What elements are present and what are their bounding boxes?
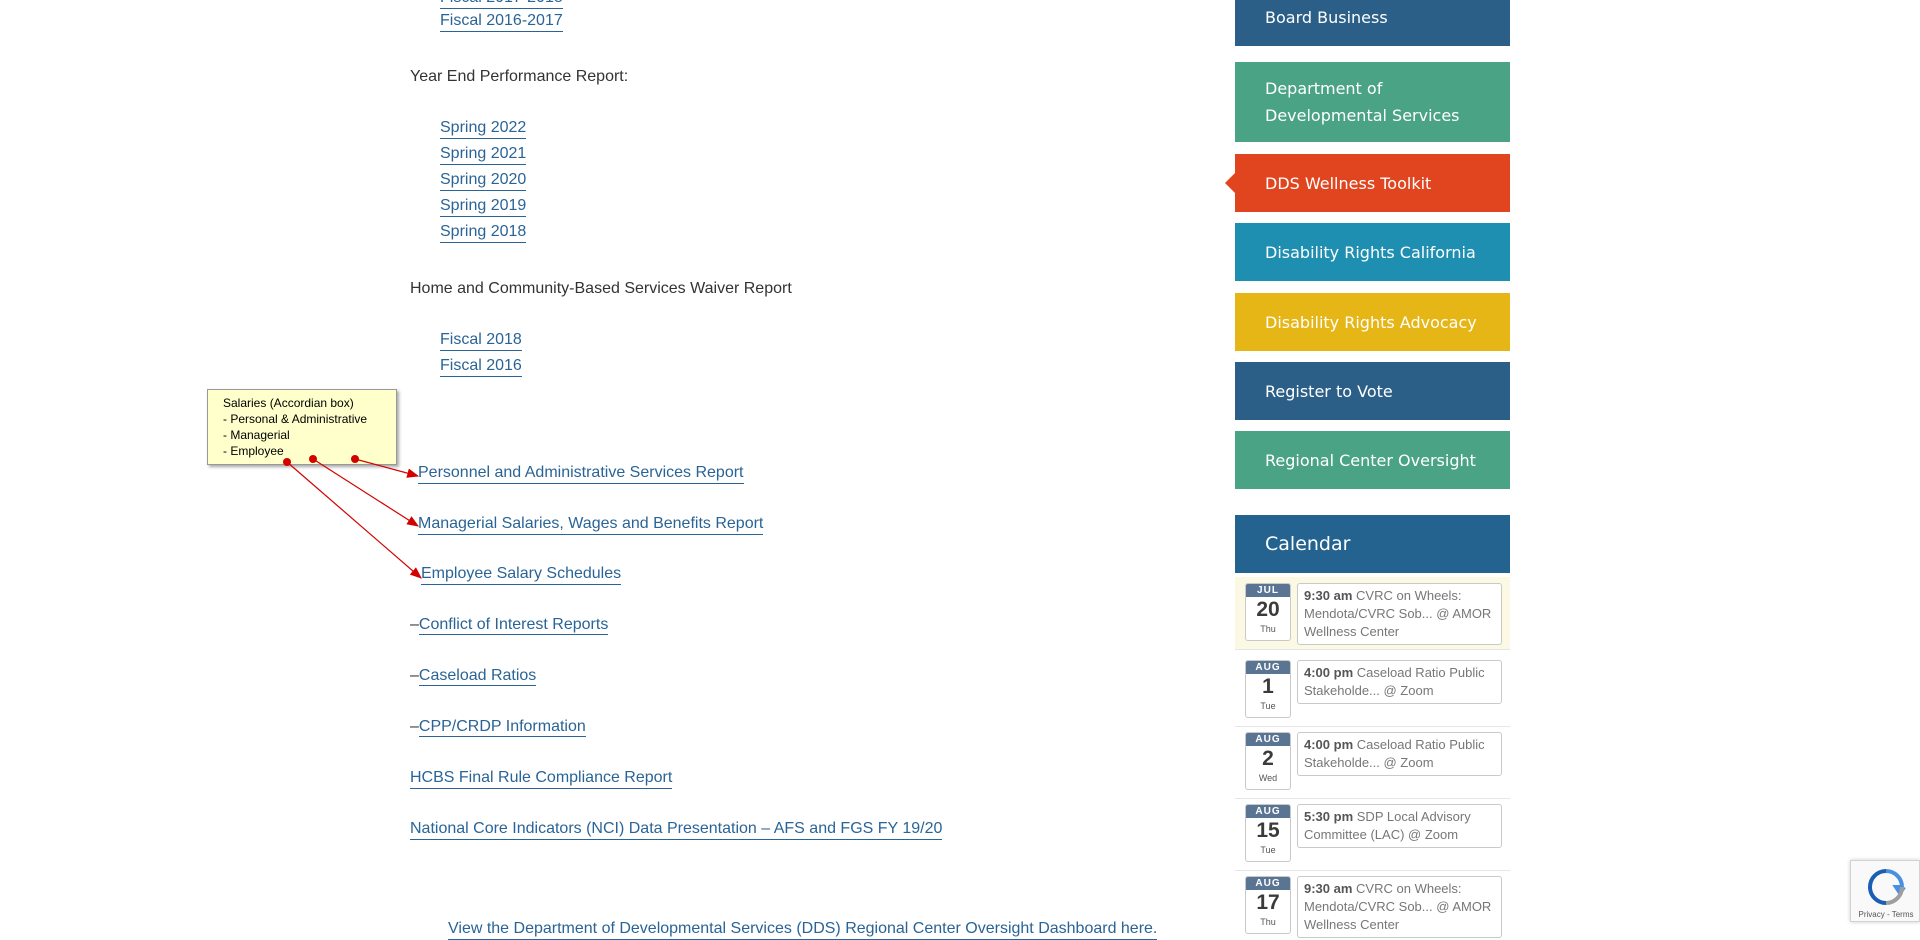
event-day: 20: [1256, 598, 1280, 621]
arrow-anchor-dot: [351, 455, 359, 463]
recaptcha-icon: [1867, 869, 1906, 905]
event-details[interactable]: 9:30 am CVRC on Wheels: Mendota/CVRC Sob…: [1297, 583, 1502, 645]
calendar-event[interactable]: AUG 17 Thu 9:30 am CVRC on Wheels: Mendo…: [1235, 870, 1510, 938]
event-time: 9:30 am: [1304, 881, 1353, 896]
event-date: JUL 20 Thu: [1245, 583, 1291, 641]
event-weekday: Thu: [1260, 917, 1276, 927]
arrow-anchor-dot: [283, 458, 291, 466]
sidebar-btn-wellness-toolkit[interactable]: DDS Wellness Toolkit: [1225, 154, 1510, 212]
calendar-event[interactable]: JUL 20 Thu 9:30 am CVRC on Wheels: Mendo…: [1235, 577, 1510, 650]
sidebar-btn-label: Department of Developmental Services: [1265, 79, 1460, 125]
arrow-anchor-dot: [309, 455, 317, 463]
calendar-heading: Calendar: [1235, 515, 1510, 573]
sidebar-btn-dds[interactable]: Department of Developmental Services: [1235, 62, 1510, 142]
event-date: AUG 2 Wed: [1245, 732, 1291, 790]
sidebar-btn-register-to-vote[interactable]: Register to Vote: [1235, 362, 1510, 420]
event-time: 9:30 am: [1304, 588, 1353, 603]
sidebar-btn-disability-rights-advocacy[interactable]: Disability Rights Advocacy: [1235, 293, 1510, 351]
calendar-event[interactable]: AUG 1 Tue 4:00 pm Caseload Ratio Public …: [1235, 654, 1510, 727]
annotation-arrows: [283, 455, 422, 579]
event-month: AUG: [1246, 877, 1290, 890]
event-day: 2: [1262, 747, 1274, 770]
sidebar-btn-label: Board Business: [1265, 7, 1388, 27]
event-day: 1: [1262, 675, 1274, 698]
sidebar-btn-label: Disability Rights Advocacy: [1265, 312, 1477, 332]
event-details[interactable]: 4:00 pm Caseload Ratio Public Stakeholde…: [1297, 732, 1502, 776]
event-weekday: Tue: [1260, 845, 1276, 855]
event-details[interactable]: 4:00 pm Caseload Ratio Public Stakeholde…: [1297, 660, 1502, 704]
active-pointer: [1225, 173, 1235, 193]
arrow-to-managerial: [312, 458, 420, 527]
event-details[interactable]: 5:30 pm SDP Local Advisory Committee (LA…: [1297, 804, 1502, 848]
event-day: 15: [1256, 819, 1280, 842]
event-date: AUG 15 Tue: [1245, 804, 1291, 862]
arrow-to-employee: [286, 461, 422, 579]
arrow-to-personnel: [354, 458, 420, 478]
event-month: AUG: [1246, 733, 1290, 746]
sidebar-btn-board-business[interactable]: Board Business: [1235, 0, 1510, 46]
sidebar-btn-label: Disability Rights California: [1265, 242, 1476, 262]
sidebar-btn-label: DDS Wellness Toolkit: [1265, 173, 1432, 193]
sidebar-btn-label: Regional Center Oversight: [1265, 450, 1476, 470]
event-details[interactable]: 9:30 am CVRC on Wheels: Mendota/CVRC Sob…: [1297, 876, 1502, 938]
recaptcha-label[interactable]: Privacy - Terms: [1851, 910, 1920, 919]
sidebar-btn-regional-center-oversight[interactable]: Regional Center Oversight: [1235, 431, 1510, 489]
recaptcha-badge[interactable]: Privacy - Terms: [1850, 860, 1920, 922]
event-month: JUL: [1246, 584, 1290, 597]
event-month: AUG: [1246, 661, 1290, 674]
event-weekday: Wed: [1258, 773, 1278, 783]
event-day: 17: [1256, 891, 1280, 914]
calendar-event[interactable]: AUG 15 Tue 5:30 pm SDP Local Advisory Co…: [1235, 798, 1510, 871]
event-date: AUG 17 Thu: [1245, 876, 1291, 934]
event-time: 5:30 pm: [1304, 809, 1354, 824]
sidebar-btn-disability-rights-ca[interactable]: Disability Rights California: [1235, 223, 1510, 281]
sidebar-btn-label: Register to Vote: [1265, 381, 1393, 401]
event-time: 4:00 pm: [1304, 665, 1354, 680]
event-date: AUG 1 Tue: [1245, 660, 1291, 718]
event-weekday: Thu: [1260, 624, 1276, 634]
event-weekday: Tue: [1260, 701, 1276, 711]
event-month: AUG: [1246, 805, 1290, 818]
event-time: 4:00 pm: [1304, 737, 1354, 752]
calendar-event[interactable]: AUG 2 Wed 4:00 pm Caseload Ratio Public …: [1235, 726, 1510, 799]
